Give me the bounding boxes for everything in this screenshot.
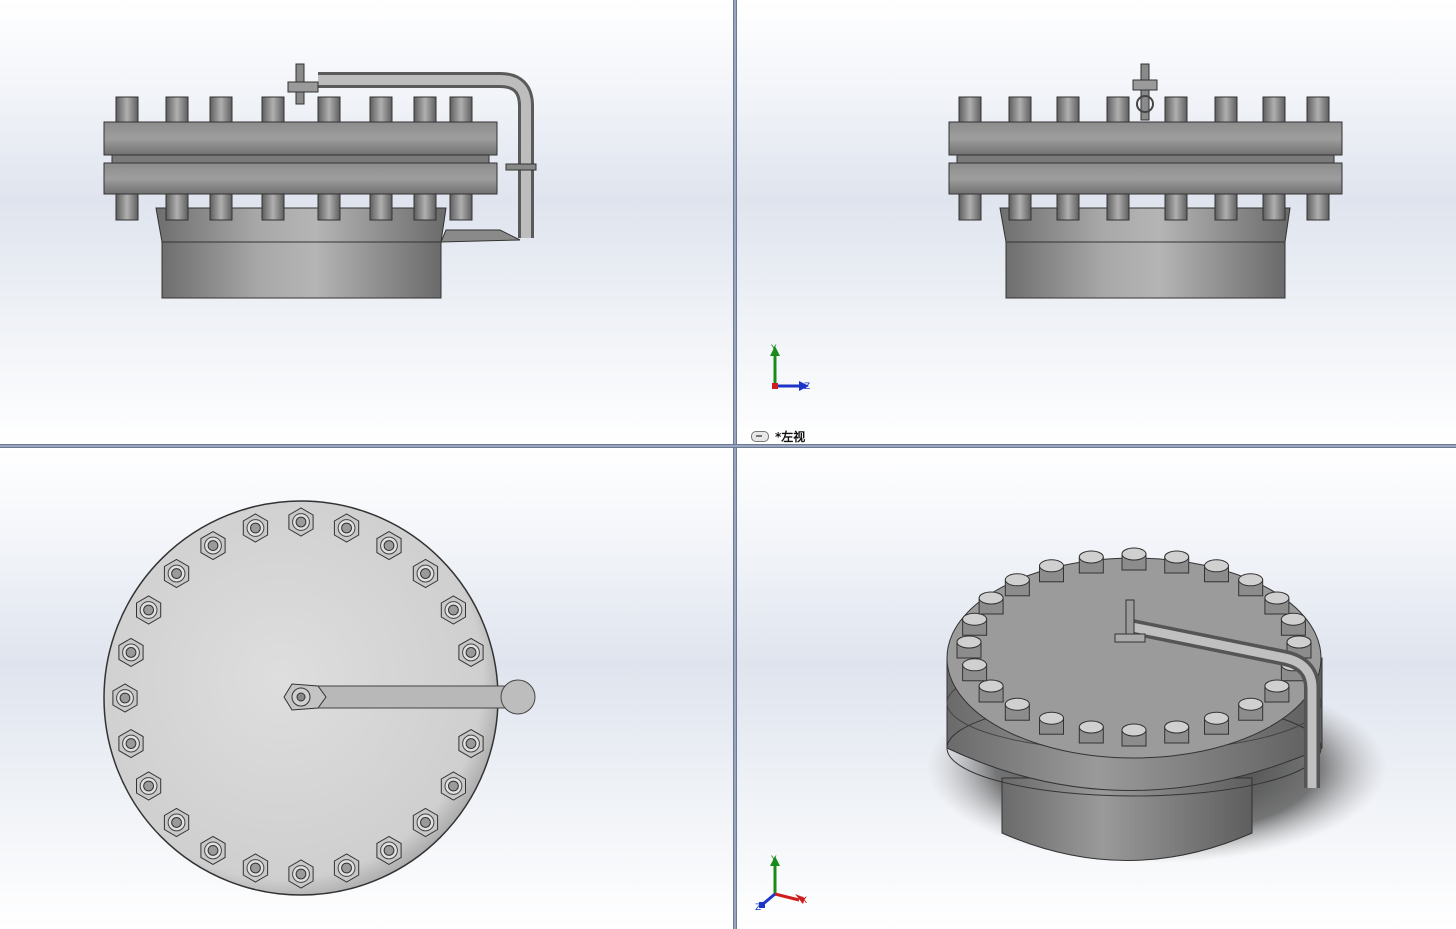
body-taper bbox=[155, 207, 447, 243]
bolt-end bbox=[250, 862, 261, 874]
triad-z-label: Z bbox=[804, 382, 810, 392]
body-taper bbox=[999, 207, 1291, 243]
bolt-end bbox=[207, 540, 219, 551]
link-views-icon[interactable] bbox=[751, 431, 769, 442]
iso-nut-top bbox=[1078, 720, 1104, 734]
iso-nut-top bbox=[962, 612, 988, 626]
triad-x-label: X bbox=[801, 896, 807, 906]
left-view-model: Y Z bbox=[770, 63, 1343, 392]
view-name: *左视 bbox=[775, 430, 806, 444]
iso-nut-top bbox=[1204, 559, 1229, 573]
viewport-horizontal-splitter[interactable] bbox=[0, 444, 1456, 448]
iso-nut-top bbox=[962, 658, 988, 672]
bolt-end bbox=[143, 604, 154, 616]
bolt-end bbox=[383, 540, 395, 551]
iso-nut-top bbox=[978, 591, 1004, 605]
bolt-end bbox=[119, 692, 131, 704]
view-orientation-label[interactable]: *左视 bbox=[751, 428, 805, 444]
bolt-end bbox=[420, 568, 431, 579]
body-cylinder bbox=[161, 239, 442, 299]
bolt-end bbox=[171, 568, 182, 579]
iso-nut-top bbox=[1121, 723, 1147, 737]
iso-nut-top bbox=[1039, 559, 1064, 573]
viewport-front-view[interactable] bbox=[0, 0, 733, 444]
bolt-end bbox=[171, 817, 182, 828]
bolt-end bbox=[295, 868, 307, 880]
viewport-top-view[interactable] bbox=[0, 448, 733, 929]
iso-nut-top bbox=[1238, 697, 1264, 711]
bolt-end bbox=[465, 738, 477, 749]
bolt-end bbox=[420, 817, 431, 828]
upper-flange bbox=[103, 121, 498, 156]
iso-nut-top bbox=[1280, 612, 1306, 626]
body-cylinder bbox=[1005, 239, 1286, 299]
front-view-model bbox=[103, 63, 537, 299]
bolt-end bbox=[125, 738, 137, 749]
iso-nut-top bbox=[1164, 550, 1190, 564]
top-nuts bbox=[115, 96, 473, 123]
drain-pipe bbox=[299, 685, 523, 709]
view-triad: Y Z bbox=[770, 344, 810, 392]
iso-nut-top bbox=[1238, 573, 1264, 587]
iso-nut-top bbox=[1286, 635, 1312, 649]
iso-nut-top bbox=[1264, 591, 1290, 605]
bolt-end bbox=[295, 516, 307, 528]
bolt-end bbox=[143, 780, 154, 792]
viewport-isometric-view[interactable]: Y X Z bbox=[737, 448, 1456, 929]
bolt-end bbox=[465, 647, 477, 658]
bolt-end bbox=[341, 522, 352, 534]
bolt-end bbox=[250, 522, 261, 534]
triad-y-label: Y bbox=[770, 855, 777, 865]
iso-nut-top bbox=[1164, 720, 1190, 734]
triad-y-label: Y bbox=[770, 344, 777, 354]
iso-nut-top bbox=[978, 679, 1004, 693]
iso-nut-top bbox=[1121, 547, 1147, 561]
iso-nut-top bbox=[1004, 573, 1030, 587]
triad-z-label: Z bbox=[755, 903, 761, 913]
bolt-end bbox=[207, 845, 219, 856]
view-triad: Y X Z bbox=[755, 855, 807, 913]
iso-nut-top bbox=[1204, 711, 1229, 725]
iso-nut-top bbox=[1264, 679, 1290, 693]
iso-nut-top bbox=[956, 635, 982, 649]
lower-flange bbox=[103, 162, 498, 195]
gasket bbox=[956, 154, 1335, 164]
bolt-end bbox=[448, 780, 459, 792]
bolt-end bbox=[341, 862, 352, 874]
isometric-view-model: Y X Z bbox=[755, 547, 1387, 913]
iso-nut-top bbox=[1039, 711, 1064, 725]
bolt-end bbox=[448, 604, 459, 616]
iso-nut-top bbox=[1004, 697, 1030, 711]
bolt-end bbox=[125, 647, 137, 658]
bolt-end bbox=[383, 845, 395, 856]
gasket bbox=[111, 154, 490, 164]
viewport-vertical-splitter[interactable] bbox=[733, 0, 737, 929]
lower-flange bbox=[948, 162, 1343, 195]
upper-flange bbox=[948, 121, 1343, 156]
top-view-model bbox=[103, 500, 536, 896]
viewport-left-view[interactable]: Y Z *左视 bbox=[737, 0, 1456, 444]
iso-nut-top bbox=[1078, 550, 1104, 564]
